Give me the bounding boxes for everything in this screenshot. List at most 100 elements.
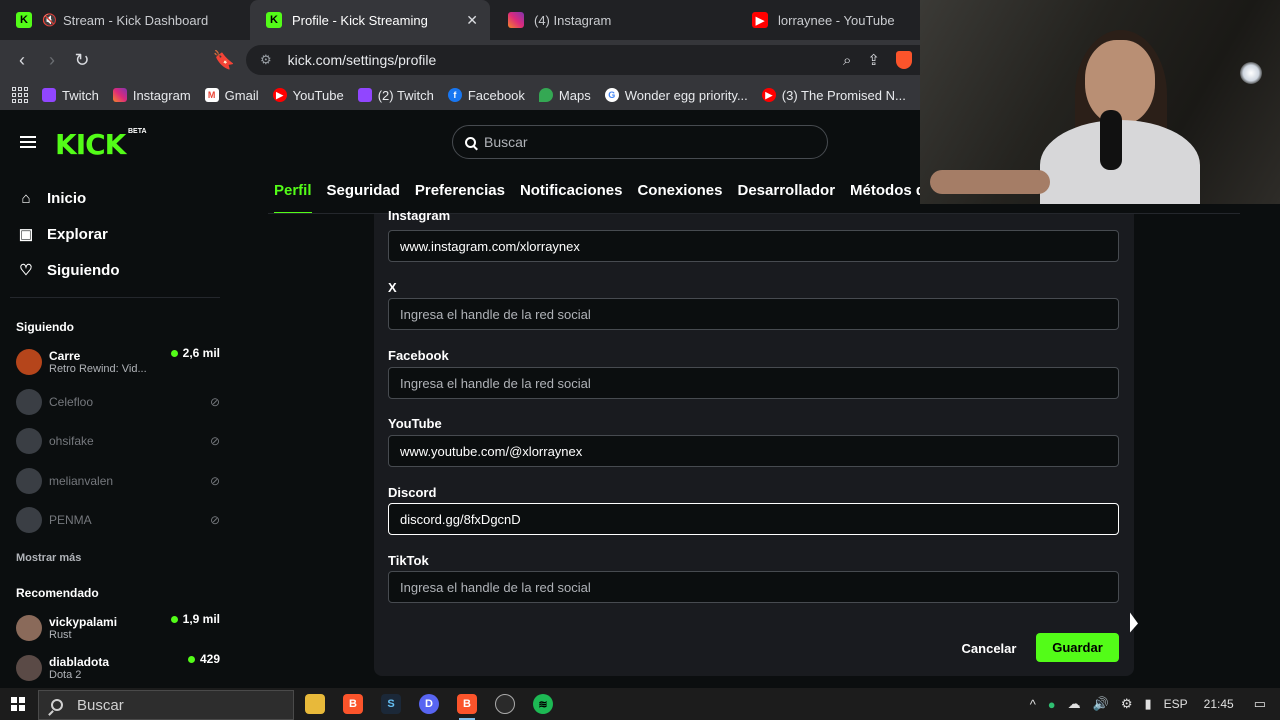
nav-explore[interactable]: ▣ Explorar (0, 216, 220, 252)
brave-active-icon[interactable]: B (457, 694, 477, 720)
windows-start-icon[interactable] (11, 697, 25, 711)
bookmark-twitch-2[interactable]: (2) Twitch (357, 88, 434, 103)
tab-stream-dashboard[interactable]: K 🔇 Stream - Kick Dashboard (0, 0, 250, 40)
search-icon (51, 699, 63, 711)
bookmark-label: YouTube (292, 87, 344, 103)
bookmark-facebook[interactable]: f Facebook (447, 87, 525, 103)
channel-category: Rust (49, 629, 72, 641)
bookmark-label: (3) The Promised N... (781, 87, 906, 103)
nav-home[interactable]: ⌂ Inicio (0, 180, 220, 216)
bookmark-gmail[interactable]: M Gmail (204, 88, 259, 103)
bookmark-youtube[interactable]: ▶ YouTube (272, 87, 344, 103)
browser-tab-bar: K 🔇 Stream - Kick Dashboard K Profile - … (0, 0, 920, 40)
channel-name: Carre (49, 349, 81, 363)
apps-grid-icon[interactable] (12, 87, 28, 103)
tiktok-input[interactable] (388, 571, 1119, 603)
url-bar[interactable]: ⚙ kick.com/settings/profile ⌕ ⇪ 5 (246, 45, 920, 75)
bookmark-promised-neverland[interactable]: ▶ (3) The Promised N... (761, 87, 906, 103)
address-row: ‹ › ↻ 🔖 ⚙ kick.com/settings/profile ⌕ ⇪ … (0, 40, 920, 80)
chevron-up-icon[interactable]: ^ (1030, 697, 1036, 712)
save-button[interactable]: Guardar (1036, 633, 1119, 662)
forward-icon[interactable]: › (40, 48, 64, 72)
bookmark-twitch[interactable]: Twitch (42, 88, 99, 103)
cancel-button[interactable]: Cancelar (949, 634, 1029, 662)
channel-celefloo[interactable]: Celefloo ⊘ (16, 384, 220, 420)
share-icon[interactable]: ⇪ (867, 51, 880, 69)
instagram-label: Instagram (388, 208, 451, 223)
channel-melianvalen[interactable]: melianvalen ⊘ (16, 463, 220, 499)
avatar (16, 615, 42, 641)
tab-perfil[interactable]: Perfil (274, 170, 312, 214)
tab-desarrollador[interactable]: Desarrollador (738, 170, 836, 214)
bookmark-label: Facebook (467, 87, 525, 103)
show-more-link[interactable]: Mostrar más (16, 552, 81, 564)
tab-instagram[interactable]: (4) Instagram (492, 0, 732, 40)
brave-icon[interactable]: B (343, 694, 363, 714)
muted-icon[interactable]: 🔇 (42, 13, 57, 27)
status-dot-icon[interactable]: ● (1048, 697, 1056, 712)
gmail-icon: M (204, 88, 219, 102)
bookmark-maps[interactable]: Maps (538, 88, 591, 103)
volume-icon[interactable]: 🔊 (1093, 696, 1109, 712)
tab-notificaciones[interactable]: Notificaciones (520, 170, 623, 214)
brave-shield-icon[interactable] (896, 51, 912, 69)
discord-input[interactable] (388, 503, 1119, 535)
tab-profile[interactable]: K Profile - Kick Streaming ✕ (250, 0, 490, 40)
tab-conexiones[interactable]: Conexiones (637, 170, 722, 214)
offline-icon: ⊘ (209, 395, 220, 409)
language-indicator[interactable]: ESP (1164, 697, 1188, 711)
viewers-text: 429 (199, 652, 220, 666)
discord-icon[interactable]: D (419, 694, 439, 714)
usb-icon[interactable]: ▮ (1145, 696, 1152, 712)
site-info-icon[interactable]: ⚙ (260, 52, 272, 68)
x-input[interactable] (388, 298, 1119, 330)
steam-icon[interactable]: S (381, 694, 401, 714)
avatar (16, 428, 42, 454)
channel-name: PENMA (49, 513, 92, 527)
reload-icon[interactable]: ↻ (70, 48, 94, 72)
back-icon[interactable]: ‹ (10, 48, 34, 72)
viewers-text: 1,9 mil (182, 612, 220, 626)
viewer-count: 429 (187, 652, 220, 666)
tiktok-label: TikTok (388, 553, 429, 568)
taskbar: Buscar B S D B ≋ ^ ● ☁ 🔊 ⚙ ▮ ESP 21:45 ▭ (0, 688, 1280, 720)
viewer-count: 2,6 mil (170, 346, 220, 360)
search-bar[interactable] (452, 125, 828, 159)
bookmark-instagram[interactable]: Instagram (112, 88, 191, 103)
file-explorer-icon[interactable] (305, 694, 325, 714)
live-dot-icon (170, 615, 178, 623)
close-icon[interactable]: ✕ (466, 12, 478, 29)
clock[interactable]: 21:45 (1204, 697, 1234, 711)
facebook-input[interactable] (388, 367, 1119, 399)
twitch-icon (42, 88, 56, 102)
bookmark-label: Wonder egg priority... (624, 87, 748, 103)
nav-following[interactable]: ♡ Siguiendo (0, 252, 220, 288)
offline-icon: ⊘ (209, 434, 220, 448)
divider (10, 297, 220, 298)
zoom-icon[interactable]: ⌕ (843, 52, 851, 69)
bookmark-wonder-egg[interactable]: G Wonder egg priority... (604, 87, 748, 103)
menu-icon[interactable] (20, 136, 36, 148)
notifications-icon[interactable]: ▭ (1254, 696, 1266, 712)
steam-tray-icon[interactable]: ⚙ (1121, 696, 1133, 712)
taskbar-search[interactable]: Buscar (38, 690, 294, 720)
channel-penma[interactable]: PENMA ⊘ (16, 502, 220, 538)
channel-diabladota[interactable]: diabladota Dota 2 429 (16, 650, 220, 686)
discord-label: Discord (388, 485, 437, 500)
youtube-input[interactable] (388, 435, 1119, 467)
bookmark-icon[interactable]: 🔖 (212, 48, 236, 72)
taskbar-search-text: Buscar (77, 696, 124, 714)
channel-ohsifake[interactable]: ohsifake ⊘ (16, 423, 220, 459)
cloud-icon[interactable]: ☁ (1068, 696, 1081, 712)
kick-logo[interactable]: KICK (55, 128, 126, 161)
channel-vickypalami[interactable]: vickypalami Rust 1,9 mil (16, 610, 220, 646)
channel-name: vickypalami (49, 615, 118, 629)
search-input[interactable] (484, 134, 784, 150)
tab-youtube[interactable]: ▶ lorraynee - YouTube (736, 0, 920, 40)
obs-icon[interactable] (495, 694, 515, 714)
instagram-input[interactable] (388, 230, 1119, 262)
following-title: Siguiendo (16, 320, 74, 334)
spotify-icon[interactable]: ≋ (533, 694, 553, 714)
channel-carre[interactable]: Carre Retro Rewind: Vid... 2,6 mil (16, 344, 220, 380)
youtube-icon: ▶ (272, 88, 287, 102)
